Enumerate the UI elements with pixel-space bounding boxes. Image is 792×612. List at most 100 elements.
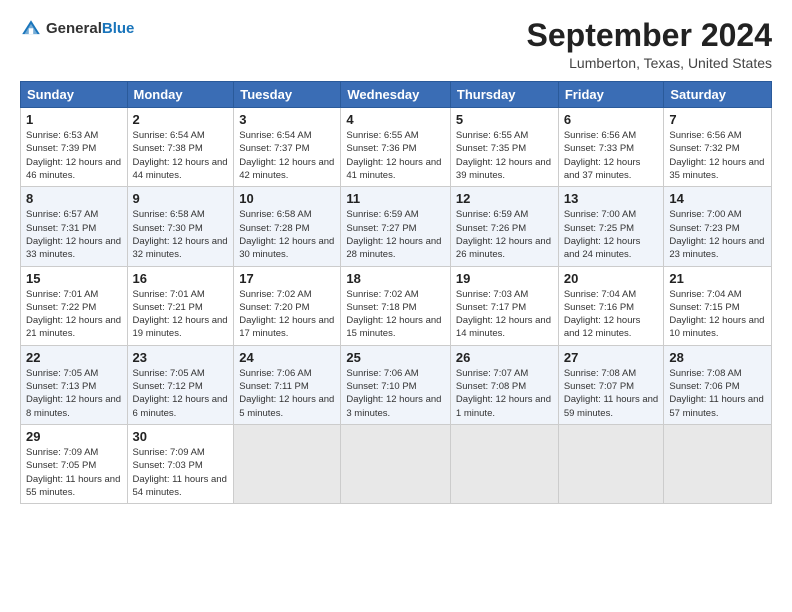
- calendar-cell: 18 Sunrise: 7:02 AMSunset: 7:18 PMDayligh…: [341, 266, 451, 345]
- calendar-cell: 12 Sunrise: 6:59 AMSunset: 7:26 PMDayligh…: [450, 187, 558, 266]
- day-info: Sunrise: 7:05 AMSunset: 7:13 PMDaylight:…: [26, 367, 122, 420]
- day-number: 2: [133, 112, 229, 127]
- day-info: Sunrise: 6:56 AMSunset: 7:33 PMDaylight:…: [564, 129, 659, 182]
- day-info: Sunrise: 7:04 AMSunset: 7:16 PMDaylight:…: [564, 288, 659, 341]
- day-number: 25: [346, 350, 445, 365]
- day-number: 26: [456, 350, 553, 365]
- calendar-cell: 26 Sunrise: 7:07 AMSunset: 7:08 PMDayligh…: [450, 345, 558, 424]
- calendar-cell: 6 Sunrise: 6:56 AMSunset: 7:33 PMDaylight…: [558, 108, 664, 187]
- day-number: 29: [26, 429, 122, 444]
- day-info: Sunrise: 6:54 AMSunset: 7:37 PMDaylight:…: [239, 129, 335, 182]
- calendar-cell: 22 Sunrise: 7:05 AMSunset: 7:13 PMDayligh…: [21, 345, 128, 424]
- calendar-cell: [341, 424, 451, 503]
- calendar-cell: 11Sunrise: 6:59 AMSunset: 7:27 PMDayligh…: [341, 187, 451, 266]
- day-number: 1: [26, 112, 122, 127]
- day-info: Sunrise: 7:02 AMSunset: 7:20 PMDaylight:…: [239, 288, 335, 341]
- calendar-cell: 13Sunrise: 7:00 AMSunset: 7:25 PMDayligh…: [558, 187, 664, 266]
- logo: GeneralBlue: [20, 18, 134, 40]
- weekday-header: Sunday: [21, 82, 128, 108]
- day-number: 27: [564, 350, 659, 365]
- day-info: Sunrise: 6:55 AMSunset: 7:35 PMDaylight:…: [456, 129, 553, 182]
- calendar-week-row: 8 Sunrise: 6:57 AMSunset: 7:31 PMDaylight…: [21, 187, 772, 266]
- weekday-header: Saturday: [664, 82, 772, 108]
- day-info: Sunrise: 7:05 AMSunset: 7:12 PMDaylight:…: [133, 367, 229, 420]
- calendar-cell: 3 Sunrise: 6:54 AMSunset: 7:37 PMDaylight…: [234, 108, 341, 187]
- title-area: September 2024 Lumberton, Texas, United …: [527, 18, 772, 71]
- calendar-cell: 7 Sunrise: 6:56 AMSunset: 7:32 PMDaylight…: [664, 108, 772, 187]
- weekday-header: Friday: [558, 82, 664, 108]
- day-info: Sunrise: 6:59 AMSunset: 7:27 PMDaylight:…: [346, 208, 445, 261]
- day-info: Sunrise: 7:07 AMSunset: 7:08 PMDaylight:…: [456, 367, 553, 420]
- calendar-cell: [558, 424, 664, 503]
- page: GeneralBlue September 2024 Lumberton, Te…: [0, 0, 792, 612]
- calendar-cell: 15 Sunrise: 7:01 AMSunset: 7:22 PMDayligh…: [21, 266, 128, 345]
- day-info: Sunrise: 7:02 AMSunset: 7:18 PMDaylight:…: [346, 288, 445, 341]
- day-info: Sunrise: 7:06 AMSunset: 7:11 PMDaylight:…: [239, 367, 335, 420]
- calendar-week-row: 1 Sunrise: 6:53 AMSunset: 7:39 PMDaylight…: [21, 108, 772, 187]
- calendar-cell: 30Sunrise: 7:09 AMSunset: 7:03 PMDayligh…: [127, 424, 234, 503]
- day-number: 12: [456, 191, 553, 206]
- calendar-week-row: 22 Sunrise: 7:05 AMSunset: 7:13 PMDayligh…: [21, 345, 772, 424]
- calendar-cell: 20 Sunrise: 7:04 AMSunset: 7:16 PMDayligh…: [558, 266, 664, 345]
- day-number: 20: [564, 271, 659, 286]
- day-number: 6: [564, 112, 659, 127]
- calendar-cell: 29 Sunrise: 7:09 AMSunset: 7:05 PMDayligh…: [21, 424, 128, 503]
- day-number: 22: [26, 350, 122, 365]
- day-info: Sunrise: 7:01 AMSunset: 7:22 PMDaylight:…: [26, 288, 122, 341]
- calendar-cell: 27 Sunrise: 7:08 AMSunset: 7:07 PMDayligh…: [558, 345, 664, 424]
- day-number: 13: [564, 191, 659, 206]
- day-info: Sunrise: 7:04 AMSunset: 7:15 PMDaylight:…: [669, 288, 766, 341]
- day-number: 8: [26, 191, 122, 206]
- weekday-header-row: SundayMondayTuesdayWednesdayThursdayFrid…: [21, 82, 772, 108]
- month-title: September 2024: [527, 18, 772, 53]
- calendar-cell: 10Sunrise: 6:58 AMSunset: 7:28 PMDayligh…: [234, 187, 341, 266]
- day-info: Sunrise: 6:56 AMSunset: 7:32 PMDaylight:…: [669, 129, 766, 182]
- day-number: 4: [346, 112, 445, 127]
- day-number: 23: [133, 350, 229, 365]
- calendar-cell: 5 Sunrise: 6:55 AMSunset: 7:35 PMDaylight…: [450, 108, 558, 187]
- day-info: Sunrise: 6:58 AMSunset: 7:30 PMDaylight:…: [133, 208, 229, 261]
- weekday-header: Tuesday: [234, 82, 341, 108]
- day-number: 17: [239, 271, 335, 286]
- day-info: Sunrise: 6:57 AMSunset: 7:31 PMDaylight:…: [26, 208, 122, 261]
- calendar-cell: 16 Sunrise: 7:01 AMSunset: 7:21 PMDayligh…: [127, 266, 234, 345]
- day-number: 18: [346, 271, 445, 286]
- calendar-cell: 24Sunrise: 7:06 AMSunset: 7:11 PMDayligh…: [234, 345, 341, 424]
- day-number: 7: [669, 112, 766, 127]
- day-info: Sunrise: 7:08 AMSunset: 7:07 PMDaylight:…: [564, 367, 659, 420]
- day-number: 19: [456, 271, 553, 286]
- day-info: Sunrise: 7:09 AMSunset: 7:03 PMDaylight:…: [133, 446, 229, 499]
- calendar-cell: 21Sunrise: 7:04 AMSunset: 7:15 PMDayligh…: [664, 266, 772, 345]
- header: GeneralBlue September 2024 Lumberton, Te…: [20, 18, 772, 71]
- weekday-header: Thursday: [450, 82, 558, 108]
- day-info: Sunrise: 7:08 AMSunset: 7:06 PMDaylight:…: [669, 367, 766, 420]
- calendar-cell: [450, 424, 558, 503]
- day-info: Sunrise: 7:09 AMSunset: 7:05 PMDaylight:…: [26, 446, 122, 499]
- day-info: Sunrise: 6:59 AMSunset: 7:26 PMDaylight:…: [456, 208, 553, 261]
- weekday-header: Monday: [127, 82, 234, 108]
- calendar-cell: 19Sunrise: 7:03 AMSunset: 7:17 PMDayligh…: [450, 266, 558, 345]
- calendar-week-row: 29 Sunrise: 7:09 AMSunset: 7:05 PMDayligh…: [21, 424, 772, 503]
- calendar-cell: 14Sunrise: 7:00 AMSunset: 7:23 PMDayligh…: [664, 187, 772, 266]
- calendar-cell: 4 Sunrise: 6:55 AMSunset: 7:36 PMDaylight…: [341, 108, 451, 187]
- day-number: 3: [239, 112, 335, 127]
- calendar-cell: 8 Sunrise: 6:57 AMSunset: 7:31 PMDaylight…: [21, 187, 128, 266]
- day-info: Sunrise: 6:53 AMSunset: 7:39 PMDaylight:…: [26, 129, 122, 182]
- day-info: Sunrise: 6:55 AMSunset: 7:36 PMDaylight:…: [346, 129, 445, 182]
- calendar-cell: [234, 424, 341, 503]
- day-number: 15: [26, 271, 122, 286]
- calendar-cell: 9 Sunrise: 6:58 AMSunset: 7:30 PMDaylight…: [127, 187, 234, 266]
- day-number: 28: [669, 350, 766, 365]
- day-info: Sunrise: 7:01 AMSunset: 7:21 PMDaylight:…: [133, 288, 229, 341]
- day-info: Sunrise: 6:58 AMSunset: 7:28 PMDaylight:…: [239, 208, 335, 261]
- calendar-cell: 25 Sunrise: 7:06 AMSunset: 7:10 PMDayligh…: [341, 345, 451, 424]
- logo-icon: [20, 18, 42, 40]
- calendar-week-row: 15 Sunrise: 7:01 AMSunset: 7:22 PMDayligh…: [21, 266, 772, 345]
- calendar-cell: 28 Sunrise: 7:08 AMSunset: 7:06 PMDayligh…: [664, 345, 772, 424]
- day-number: 5: [456, 112, 553, 127]
- day-number: 14: [669, 191, 766, 206]
- day-number: 16: [133, 271, 229, 286]
- calendar-cell: 17 Sunrise: 7:02 AMSunset: 7:20 PMDayligh…: [234, 266, 341, 345]
- day-number: 9: [133, 191, 229, 206]
- day-info: Sunrise: 7:06 AMSunset: 7:10 PMDaylight:…: [346, 367, 445, 420]
